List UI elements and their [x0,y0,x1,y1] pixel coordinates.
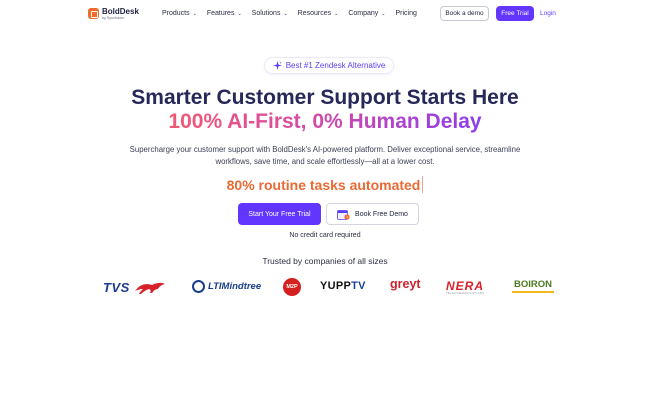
automation-stat: 80% routine tasks automated [0,176,650,193]
hero-subheadline-text: 100% AI-First, 0% Human Delay [168,110,482,133]
menu-item-solutions[interactable]: Solutions ⌄ [252,10,288,17]
m2p-logo: M2P [283,278,301,296]
tvs-logo-text: TVS [103,280,130,295]
nera-logo-text: NERA [446,279,485,293]
horse-icon [134,282,165,294]
menu-item-label: Company [348,10,379,17]
menu-item-label: Features [206,10,235,17]
lti-ring-icon [192,280,205,293]
book-free-demo-button[interactable]: Book Free Demo [326,203,419,225]
main-menu: Products ⌄ Features ⌄ Solutions ⌄ Resour… [162,10,427,17]
chevron-down-icon: ⌄ [283,10,288,17]
hero-description-line-1: Supercharge your customer support with B… [129,145,521,154]
chevron-down-icon: ⌄ [381,10,386,17]
yupptv-logo: YUPP TV [320,280,366,292]
greythr-logo-text: greyt [390,277,421,291]
tvs-logo: TVS [103,280,166,295]
boiron-logo: BOIRON [512,279,554,293]
yupptv-logo-text-b: TV [351,280,366,292]
book-a-demo-button[interactable]: Book a demo [440,6,489,21]
yupptv-logo-text-a: YUPP [320,280,352,292]
chevron-down-icon: ⌄ [192,10,197,17]
top-navbar: BoldDesk by Syncfusion Products ⌄ Featur… [0,0,650,30]
hero-description-line-2: workflows, save time, and scale effortle… [215,157,435,166]
m2p-logo-text: M2P [286,284,298,290]
start-free-trial-button[interactable]: Start Your Free Trial [238,203,321,225]
menu-item-label: Solutions [251,10,281,17]
menu-item-company[interactable]: Company ⌄ [348,10,385,17]
typing-caret [422,176,424,193]
boiron-logo-text: BOIRON [514,279,552,290]
book-free-demo-label: Book Free Demo [355,210,408,218]
menu-item-resources[interactable]: Resources ⌄ [298,10,339,17]
ltimindtree-logo: LTIMindtree [192,280,261,293]
boiron-underline [512,291,554,293]
greythr-logo: greyt [390,277,421,291]
calendar-icon [337,209,350,220]
logo-byline: by Syncfusion [102,16,125,20]
hero-subheadline: 100% AI-First, 0% Human Delay [0,110,650,134]
ltimindtree-logo-text: LTIMindtree [208,281,262,292]
automation-stat-text: 80% routine tasks automated [226,177,421,193]
bolddesk-logo[interactable]: BoldDesk by Syncfusion [88,8,139,21]
login-link[interactable]: Login [540,10,556,17]
menu-item-label: Resources [297,10,332,17]
customer-logos: TVS LTIMindtree M2P YUPP TV greyt NERA TE… [0,274,650,300]
bolddesk-logo-icon [88,8,99,19]
free-trial-button[interactable]: Free Trial [496,6,534,21]
no-credit-card-note: No credit card required [289,232,361,239]
menu-item-products[interactable]: Products ⌄ [162,10,197,17]
sparkle-icon [272,61,282,70]
chevron-down-icon: ⌄ [237,10,242,17]
logo-name: BoldDesk [102,7,139,16]
chevron-down-icon: ⌄ [334,10,339,17]
hero-description: Supercharge your customer support with B… [0,144,650,168]
menu-item-features[interactable]: Features ⌄ [207,10,242,17]
menu-item-label: Products [162,10,190,17]
menu-item-pricing[interactable]: Pricing [396,10,417,17]
trusted-heading: Trusted by companies of all sizes [262,256,388,266]
hero-headline: Smarter Customer Support Starts Here [131,86,519,109]
nera-logo: NERA TELECOMMUNICATIONS [446,279,484,295]
menu-item-label: Pricing [395,10,417,17]
nera-logo-tagline: TELECOMMUNICATIONS [446,292,485,295]
badge-text: Best #1 Zendesk Alternative [285,61,386,70]
zendesk-alternative-badge: Best #1 Zendesk Alternative [264,57,394,74]
